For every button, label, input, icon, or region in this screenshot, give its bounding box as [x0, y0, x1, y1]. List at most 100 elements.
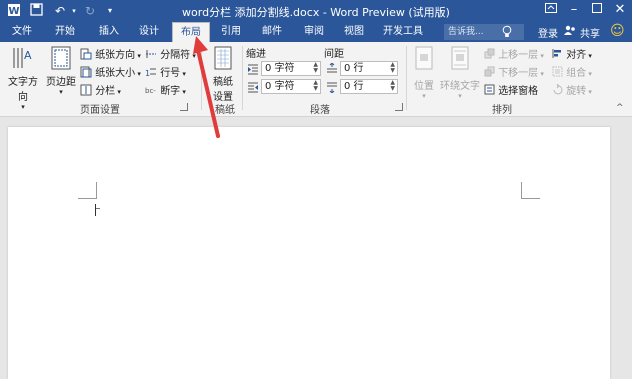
text-direction-button[interactable]: A 文字方向 ▾ — [4, 46, 42, 111]
wrap-text-label: 环绕文字 — [440, 81, 480, 92]
paragraph-group-label: 段落 — [310, 105, 330, 116]
spacing-after-icon — [326, 81, 338, 96]
tab-view[interactable]: 视图 — [337, 22, 371, 42]
vertical-scrollbar[interactable] — [614, 126, 632, 379]
spacing-after-input[interactable]: 0 行 ▲ ▼ — [340, 79, 398, 94]
minimize-button[interactable]: – — [563, 0, 585, 22]
wrap-text-icon — [450, 46, 470, 73]
page-setup-launcher-icon[interactable] — [180, 103, 188, 111]
position-label: 位置 — [414, 81, 434, 92]
size-button[interactable]: 纸张大小 ▾ — [80, 64, 141, 81]
selection-pane-button[interactable]: 选择窗格 — [484, 82, 538, 98]
position-icon — [414, 46, 434, 73]
rotate-button[interactable]: 旋转 ▾ — [552, 82, 592, 98]
orientation-icon — [80, 48, 92, 63]
dropdown-arrow-icon: ▾ — [458, 92, 462, 100]
text-cursor — [95, 204, 96, 216]
margins-button[interactable]: 页边距 ▾ — [44, 46, 78, 96]
group-icon — [552, 66, 563, 80]
line-numbers-icon: 1 — [145, 66, 157, 81]
svg-text:1: 1 — [145, 69, 150, 78]
hyphenation-icon: bc- — [145, 84, 157, 99]
document-page[interactable] — [8, 127, 610, 379]
group-label: 组合 — [566, 68, 587, 79]
bring-forward-icon — [484, 48, 495, 62]
spacing-before-input[interactable]: 0 行 ▲ ▼ — [340, 61, 398, 76]
spinner-icon[interactable]: ▲ ▼ — [313, 80, 318, 92]
spacing-before-value: 0 行 — [344, 63, 364, 74]
indent-left-input[interactable]: 0 字符 ▲ ▼ — [261, 61, 321, 76]
wrap-text-button[interactable]: 环绕文字 ▾ — [440, 46, 480, 100]
spinner-icon[interactable]: ▲ ▼ — [390, 80, 395, 92]
tab-design[interactable]: 设计 — [132, 22, 166, 42]
indent-left-value: 0 字符 — [265, 63, 295, 74]
send-backward-label: 下移一层 — [498, 68, 539, 79]
hyphenation-button[interactable]: bc- 断字 ▾ — [145, 82, 186, 99]
group-separator — [242, 46, 243, 110]
hyphenation-label: 断字 — [160, 86, 181, 97]
position-button[interactable]: 位置 ▾ — [410, 46, 438, 100]
annotation-arrow-icon — [193, 36, 220, 138]
paragraph-launcher-icon[interactable] — [395, 103, 403, 111]
indent-header: 缩进 — [246, 49, 266, 60]
group-objects-button[interactable]: 组合 ▾ — [552, 64, 592, 80]
share-icon[interactable] — [564, 25, 576, 39]
tab-insert[interactable]: 插入 — [92, 22, 126, 42]
orientation-label: 纸张方向 — [95, 50, 136, 61]
columns-button[interactable]: 分栏 ▾ — [80, 82, 121, 99]
send-backward-button[interactable]: 下移一层 ▾ — [484, 64, 544, 80]
spacing-after-value: 0 行 — [344, 81, 364, 92]
ribbon-tabs: 文件 开始 插入 设计 布局 引用 邮件 审阅 视图 开发工具 告诉我... 登… — [0, 22, 632, 42]
dropdown-arrow-icon: ▾ — [21, 103, 25, 111]
columns-icon — [80, 84, 92, 99]
breaks-label: 分隔符 — [160, 50, 191, 61]
orientation-button[interactable]: 纸张方向 ▾ — [80, 46, 141, 63]
selection-pane-label: 选择窗格 — [498, 86, 539, 97]
tab-mailings[interactable]: 邮件 — [255, 22, 289, 42]
tab-review[interactable]: 审阅 — [297, 22, 331, 42]
indent-right-input[interactable]: 0 字符 ▲ ▼ — [261, 79, 321, 94]
svg-text:A: A — [24, 49, 32, 62]
paper-size-icon — [80, 66, 92, 81]
sign-in-link[interactable]: 登录 — [538, 25, 558, 40]
indent-right-value: 0 字符 — [265, 81, 295, 92]
text-direction-icon: A — [10, 46, 36, 73]
spinner-icon[interactable]: ▲ ▼ — [390, 62, 395, 74]
tab-developer[interactable]: 开发工具 — [378, 22, 428, 42]
align-button[interactable]: 对齐 ▾ — [552, 46, 592, 62]
collapse-ribbon-icon[interactable]: ^ — [616, 103, 624, 113]
spacing-header: 间距 — [324, 49, 344, 60]
close-button[interactable]: ✕ — [609, 0, 631, 22]
spacing-before-icon — [326, 62, 338, 78]
dropdown-arrow-icon: ▾ — [422, 92, 426, 100]
tab-file[interactable]: 文件 — [4, 22, 40, 42]
line-numbers-button[interactable]: 1 行号 ▾ — [145, 64, 186, 81]
page-corner-mark-left — [78, 182, 97, 199]
spinner-icon[interactable]: ▲ ▼ — [313, 62, 318, 74]
margins-icon — [50, 46, 72, 73]
selection-pane-icon — [484, 84, 495, 98]
maximize-button[interactable] — [586, 0, 608, 22]
bring-forward-label: 上移一层 — [498, 50, 539, 61]
feedback-smiley-icon[interactable]: ☺ — [610, 23, 625, 39]
text-direction-label: 文字方向 — [8, 77, 38, 103]
indent-right-icon — [247, 81, 259, 96]
text-cursor-tick — [96, 208, 100, 209]
bring-forward-button[interactable]: 上移一层 ▾ — [484, 46, 544, 62]
group-separator — [406, 46, 407, 110]
svg-text:bc-: bc- — [145, 87, 156, 95]
align-icon — [552, 48, 563, 62]
dropdown-arrow-icon: ▾ — [59, 88, 63, 96]
line-numbers-label: 行号 — [160, 68, 181, 79]
ribbon-display-options-icon[interactable] — [540, 0, 562, 22]
arrange-group-label: 排列 — [492, 105, 512, 116]
size-label: 纸张大小 — [95, 68, 136, 79]
tab-home[interactable]: 开始 — [48, 22, 82, 42]
title-bar: W ↶ ▾ ↻ ▾ word分栏 添加分割线.docx - Word Previ… — [0, 0, 632, 22]
columns-label: 分栏 — [95, 86, 116, 97]
tell-me-search[interactable]: 告诉我... — [444, 24, 524, 40]
page-setup-group-label: 页面设置 — [80, 105, 120, 116]
window-title: word分栏 添加分割线.docx - Word Preview (试用版) — [182, 6, 450, 19]
share-button[interactable]: 共享 — [580, 25, 600, 40]
rotate-label: 旋转 — [566, 86, 587, 97]
